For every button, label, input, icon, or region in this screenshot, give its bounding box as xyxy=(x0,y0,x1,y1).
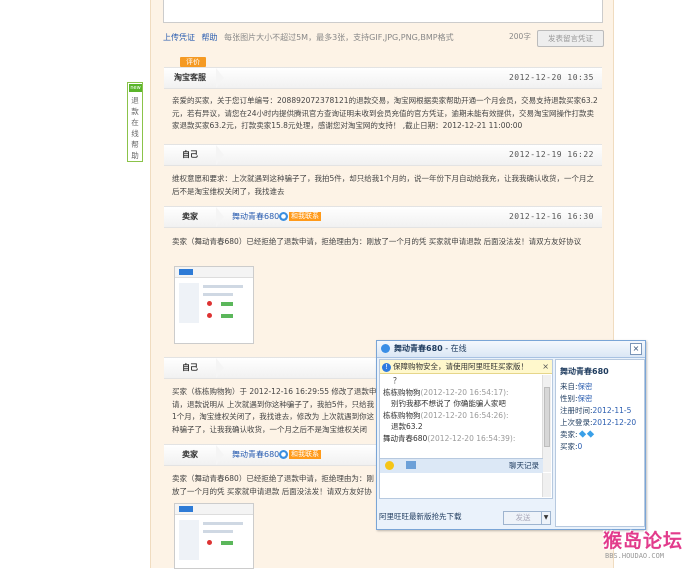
chat-line: 退款63.2 xyxy=(391,422,423,431)
thumb-button xyxy=(221,302,233,306)
input-scrollbar[interactable] xyxy=(542,473,551,497)
profile-seller-rating: 卖家: xyxy=(560,429,594,440)
wangwang-icon: ● xyxy=(279,212,288,221)
message-header: 淘宝客服 2012-12-20 10:35 xyxy=(164,67,602,89)
header-arrow xyxy=(216,68,224,88)
message-date: 2012-12-20 10:35 xyxy=(508,73,594,82)
wangwang-icon: ● xyxy=(279,450,288,459)
message-role: 自己 xyxy=(182,363,198,372)
message-date: 2012-12-19 16:22 xyxy=(508,150,594,159)
float-tab-label: 退款在线帮助 xyxy=(131,96,139,160)
message-date: 2012-12-16 16:30 xyxy=(508,212,594,221)
chat-line: 栋栋购物狗(2012-12-20 16:54:17): xyxy=(383,387,509,397)
warning-close-icon[interactable]: × xyxy=(542,360,549,373)
submit-proof-button[interactable]: 发表留言凭证 xyxy=(537,30,604,47)
watermark-logo: 猴岛论坛 xyxy=(603,530,684,552)
char-count: 200字 xyxy=(509,32,531,41)
profile-register-date: 注册时间:2012-11-5 xyxy=(560,406,632,415)
proof-thumbnail[interactable] xyxy=(174,503,254,569)
header-arrow xyxy=(216,145,224,165)
wangwang-chat-window[interactable]: 舞动青春680 - 在线 × ! 保障购物安全，请使用阿里旺旺买家版！ × ？ 栋… xyxy=(376,340,646,530)
chat-messages: ？ 栋栋购物狗(2012-12-20 16:54:17): 别钓我都不想说了 你… xyxy=(383,375,541,455)
thumb-dot xyxy=(207,301,212,306)
chat-line: 别钓我都不想说了 你确能骗人家吧 xyxy=(391,399,506,408)
chat-line: 栋栋购物狗(2012-12-20 16:54:26): xyxy=(383,410,509,420)
thumb-line xyxy=(203,522,243,525)
wangwang-icon xyxy=(381,344,390,353)
refund-help-float-tab[interactable]: new 退款在线帮助 xyxy=(127,82,143,162)
upload-hint: 每张图片大小不超过5M，最多3张，支持GIF,JPG,PNG,BMP格式 xyxy=(224,33,454,42)
diamond-icon xyxy=(578,430,586,438)
header-arrow xyxy=(216,207,224,227)
thumb-logo xyxy=(179,506,193,512)
message-body: 亲爱的买家，关于您订单编号：208892072378121的退款交易，淘宝网根据… xyxy=(172,96,598,130)
thumb-logo xyxy=(179,269,193,275)
message-header: 自己 2012-12-19 16:22 xyxy=(164,144,602,166)
chat-line: ？ xyxy=(393,376,401,385)
thumb-dot xyxy=(207,313,212,318)
message-body: 买家（栋栋购物狗）于 2012-12-16 16:29:55 修改了退款申请，退… xyxy=(172,387,377,434)
chat-panel: ! 保障购物安全，请使用阿里旺旺买家版！ × ？ 栋栋购物狗(2012-12-20… xyxy=(379,359,553,499)
thumb-line xyxy=(203,285,243,288)
send-options-dropdown[interactable]: ▼ xyxy=(541,511,551,525)
header-arrow xyxy=(216,358,224,378)
thumb-button xyxy=(221,541,233,545)
info-icon: ! xyxy=(382,362,391,372)
forum-watermark: 猴岛论坛 BBS.HOUDAO.COM xyxy=(603,526,699,566)
chat-toolbar: 聊天记录 xyxy=(380,458,543,474)
profile-from: 来自:保密 xyxy=(560,382,593,391)
contact-me-label: 和我联系 xyxy=(289,212,321,221)
new-badge: new xyxy=(129,84,142,92)
proof-thumbnail[interactable] xyxy=(174,266,254,344)
contact-me-button[interactable]: ● 和我联系 xyxy=(279,450,321,459)
message-textarea[interactable] xyxy=(163,0,603,23)
security-warning: ! 保障购物安全，请使用阿里旺旺买家版！ × xyxy=(380,360,552,374)
upload-proof-link[interactable]: 上传凭证 xyxy=(163,33,195,42)
message-header: 卖家 舞动青春680 ● 和我联系 2012-12-16 16:30 xyxy=(164,206,602,228)
send-button[interactable]: 发送 xyxy=(503,511,543,525)
profile-last-login: 上次登录:2012-12-20 xyxy=(560,418,637,427)
contact-me-button[interactable]: ● 和我联系 xyxy=(279,212,321,221)
thumb-side xyxy=(179,520,199,560)
chat-title: 舞动青春680 - 在线 xyxy=(394,344,467,353)
profile-buyer-rating: 买家:0 xyxy=(560,442,583,451)
close-icon[interactable]: × xyxy=(630,343,642,355)
message-role: 卖家 xyxy=(182,212,198,221)
seller-nick-link[interactable]: 舞动青春680 xyxy=(232,445,279,465)
help-link[interactable]: 帮助 xyxy=(202,33,218,42)
chat-title-bar[interactable]: 舞动青春680 - 在线 × xyxy=(377,341,645,358)
message-body: 维权意愿和要求：上次就遇到这种骗子了，我拍5件，却只给我1个月的，说一年份下月自… xyxy=(172,174,595,196)
thumb-dot xyxy=(207,540,212,545)
thumb-side xyxy=(179,283,199,323)
diamond-icon xyxy=(586,430,594,438)
image-icon[interactable] xyxy=(406,461,416,469)
thumb-button xyxy=(221,314,233,318)
chat-input[interactable] xyxy=(380,473,542,497)
contact-me-label: 和我联系 xyxy=(289,450,321,459)
message-role: 卖家 xyxy=(182,450,198,459)
profile-panel: 舞动青春680 来自:保密 性别:保密 注册时间:2012-11-5 上次登录:… xyxy=(555,359,645,527)
profile-name: 舞动青春680 xyxy=(560,367,609,376)
header-arrow xyxy=(216,445,224,465)
message-body: 卖家（舞动青春680）已经拒绝了退款申请，拒绝理由为：刚放了一个月的凭 买家就申… xyxy=(172,474,374,496)
watermark-url: BBS.HOUDAO.COM xyxy=(605,552,665,560)
thumb-line xyxy=(203,530,233,533)
message-body: 卖家（舞动青春680）已经拒绝了退款申请，拒绝理由为：刚放了一个月的凭 买家就申… xyxy=(172,237,582,246)
scrollbar-thumb[interactable] xyxy=(544,387,550,447)
chat-scrollbar[interactable] xyxy=(542,375,551,472)
message-role: 淘宝客服 xyxy=(174,73,206,82)
profile-gender: 性别:保密 xyxy=(560,394,593,403)
review-tag: 评价 xyxy=(180,57,206,67)
chat-history-link[interactable]: 聊天记录 xyxy=(509,459,539,473)
chat-line: 舞动青春680(2012-12-20 16:54:39): xyxy=(383,433,516,443)
thumb-line xyxy=(203,293,233,296)
seller-nick-link[interactable]: 舞动青春680 xyxy=(232,207,279,227)
emoji-icon[interactable] xyxy=(385,461,394,470)
message-role: 自己 xyxy=(182,150,198,159)
